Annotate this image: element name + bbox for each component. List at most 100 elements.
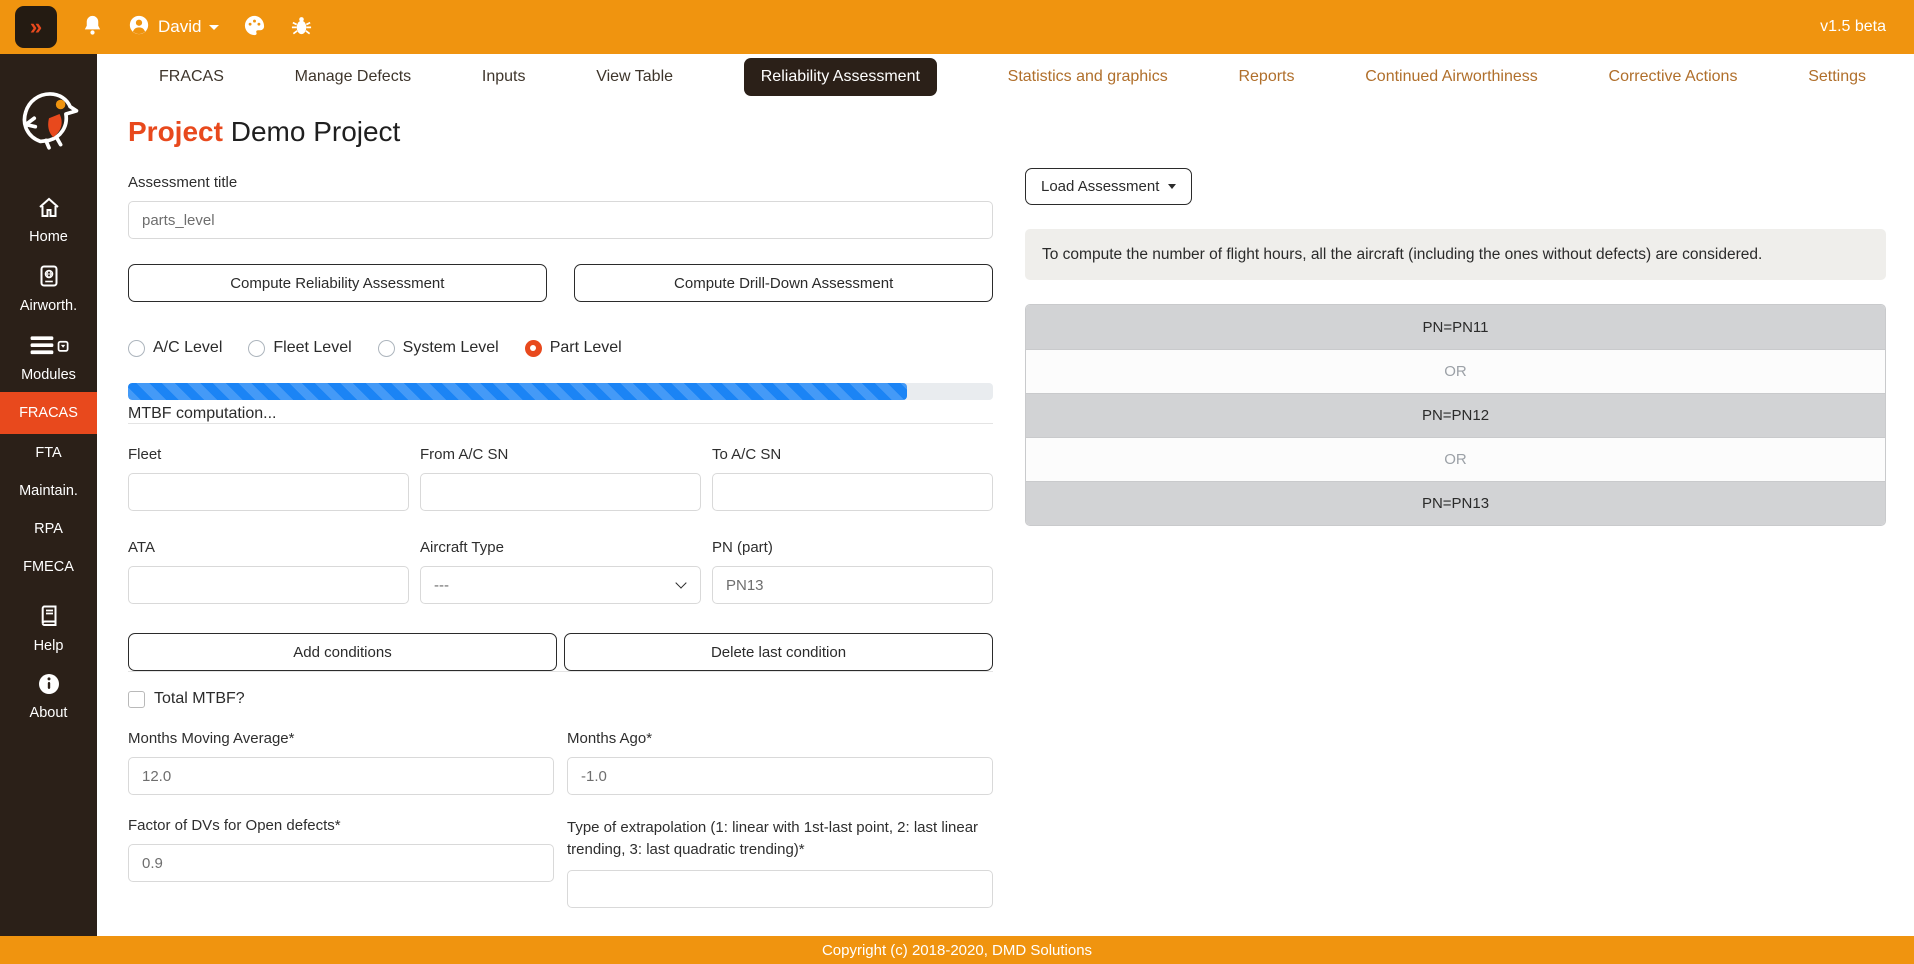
extrapolation-label: Type of extrapolation (1: linear with 1s… bbox=[567, 817, 993, 861]
sidebar-expand-button[interactable]: » bbox=[15, 6, 57, 48]
divider bbox=[128, 671, 993, 672]
user-name: David bbox=[158, 17, 201, 37]
sidebar-item-fta[interactable]: FTA bbox=[0, 434, 97, 472]
tab-reliability-assessment[interactable]: Reliability Assessment bbox=[744, 58, 937, 96]
progress-bar bbox=[128, 383, 993, 400]
notifications-button[interactable] bbox=[81, 14, 104, 40]
fleet-field: Fleet bbox=[128, 446, 409, 511]
tab-view-table[interactable]: View Table bbox=[596, 68, 673, 86]
tab-reports[interactable]: Reports bbox=[1238, 68, 1294, 86]
info-box: To compute the number of flight hours, a… bbox=[1025, 229, 1886, 280]
add-conditions-button[interactable]: Add conditions bbox=[128, 633, 557, 671]
compute-drilldown-button[interactable]: Compute Drill-Down Assessment bbox=[574, 264, 993, 302]
tab-fracas[interactable]: FRACAS bbox=[159, 68, 224, 86]
months-ago-input[interactable] bbox=[567, 757, 993, 795]
to-ac-sn-field: To A/C SN bbox=[712, 446, 993, 511]
radio-system-level[interactable]: System Level bbox=[378, 339, 499, 357]
sidebar-item-airworthiness[interactable]: Airworth. bbox=[0, 254, 97, 323]
radio-indicator bbox=[248, 340, 265, 357]
sidebar-item-fracas[interactable]: FRACAS bbox=[0, 392, 97, 434]
copyright-text: Copyright (c) 2018-2020, DMD Solutions bbox=[822, 942, 1092, 959]
sidebar-item-label: FMECA bbox=[23, 559, 74, 575]
load-assessment-label: Load Assessment bbox=[1041, 178, 1159, 195]
radio-indicator bbox=[525, 340, 542, 357]
assessment-title-input[interactable] bbox=[128, 201, 993, 239]
months-moving-average-field: Months Moving Average* bbox=[128, 730, 554, 795]
tab-manage-defects[interactable]: Manage Defects bbox=[295, 68, 412, 86]
radio-indicator bbox=[378, 340, 395, 357]
months-ago-label: Months Ago* bbox=[567, 730, 993, 748]
conditions-table: PN=PN11 OR PN=PN12 OR PN=PN13 bbox=[1025, 304, 1886, 526]
sidebar-item-label: Airworth. bbox=[20, 298, 77, 314]
checkbox-label: Total MTBF? bbox=[154, 690, 245, 708]
info-icon bbox=[37, 672, 61, 700]
from-ac-sn-label: From A/C SN bbox=[420, 446, 701, 464]
ata-field: ATA bbox=[128, 539, 409, 604]
radio-label: Part Level bbox=[550, 339, 622, 357]
extrapolation-input[interactable] bbox=[567, 870, 993, 908]
bug-report-button[interactable] bbox=[290, 14, 313, 40]
condition-row: PN=PN12 bbox=[1026, 393, 1885, 437]
condition-operator-row: OR bbox=[1026, 349, 1885, 393]
radio-fleet-level[interactable]: Fleet Level bbox=[248, 339, 351, 357]
tab-corrective-actions[interactable]: Corrective Actions bbox=[1609, 68, 1738, 86]
factor-dvs-input[interactable] bbox=[128, 844, 554, 882]
sidebar-item-label: FTA bbox=[35, 445, 61, 461]
pn-part-input[interactable] bbox=[712, 566, 993, 604]
pn-part-label: PN (part) bbox=[712, 539, 993, 557]
sidebar-item-home[interactable]: Home bbox=[0, 187, 97, 254]
tab-continued-airworthiness[interactable]: Continued Airworthiness bbox=[1365, 68, 1538, 86]
fleet-input[interactable] bbox=[128, 473, 409, 511]
radio-ac-level[interactable]: A/C Level bbox=[128, 339, 222, 357]
aircraft-type-label: Aircraft Type bbox=[420, 539, 701, 557]
to-ac-sn-label: To A/C SN bbox=[712, 446, 993, 464]
ata-input[interactable] bbox=[128, 566, 409, 604]
total-mtbf-checkbox[interactable]: Total MTBF? bbox=[128, 690, 993, 708]
caret-down-icon bbox=[1168, 184, 1176, 189]
palette-icon bbox=[243, 14, 266, 40]
radio-part-level[interactable]: Part Level bbox=[525, 339, 622, 357]
selected-option: --- bbox=[434, 577, 449, 594]
user-menu[interactable]: David bbox=[128, 14, 219, 41]
top-bar: » David v1.5 beta bbox=[0, 0, 1914, 54]
sidebar-item-help[interactable]: Help bbox=[0, 594, 97, 663]
pn-part-field: PN (part) bbox=[712, 539, 993, 604]
robin-logo bbox=[11, 76, 87, 157]
sidebar-item-modules[interactable]: Modules bbox=[0, 323, 97, 392]
from-ac-sn-input[interactable] bbox=[420, 473, 701, 511]
home-icon bbox=[36, 196, 62, 224]
compute-reliability-button[interactable]: Compute Reliability Assessment bbox=[128, 264, 547, 302]
sidebar-item-label: Maintain. bbox=[19, 483, 78, 499]
months-ago-field: Months Ago* bbox=[567, 730, 993, 795]
bell-icon bbox=[81, 14, 104, 40]
book-icon bbox=[37, 603, 61, 633]
months-moving-average-input[interactable] bbox=[128, 757, 554, 795]
page-title: Project Demo Project bbox=[128, 114, 993, 150]
person-circle-icon bbox=[128, 14, 150, 41]
level-radio-group: A/C Level Fleet Level System Level Part … bbox=[128, 339, 993, 357]
project-name: Demo Project bbox=[231, 116, 401, 147]
to-ac-sn-input[interactable] bbox=[712, 473, 993, 511]
sidebar-item-rpa[interactable]: RPA bbox=[0, 510, 97, 548]
progress-bar-fill bbox=[128, 383, 907, 400]
aircraft-type-select[interactable]: --- bbox=[420, 566, 701, 604]
sidebar-item-maintain[interactable]: Maintain. bbox=[0, 472, 97, 510]
project-label: Project bbox=[128, 116, 223, 147]
aircraft-type-field: Aircraft Type --- bbox=[420, 539, 701, 604]
tab-statistics-graphics[interactable]: Statistics and graphics bbox=[1008, 68, 1168, 86]
tab-settings[interactable]: Settings bbox=[1808, 68, 1866, 86]
ata-label: ATA bbox=[128, 539, 409, 557]
from-ac-sn-field: From A/C SN bbox=[420, 446, 701, 511]
radio-label: System Level bbox=[403, 339, 499, 357]
theme-button[interactable] bbox=[243, 14, 266, 40]
sidebar-item-about[interactable]: About bbox=[0, 663, 97, 730]
sidebar-item-fmeca[interactable]: FMECA bbox=[0, 548, 97, 586]
factor-dvs-field: Factor of DVs for Open defects* bbox=[128, 817, 554, 882]
delete-last-condition-button[interactable]: Delete last condition bbox=[564, 633, 993, 671]
assessment-side-panel: Load Assessment To compute the number of… bbox=[1025, 168, 1886, 526]
condition-row: PN=PN13 bbox=[1026, 481, 1885, 525]
tab-inputs[interactable]: Inputs bbox=[482, 68, 526, 86]
passport-icon bbox=[37, 263, 61, 293]
load-assessment-button[interactable]: Load Assessment bbox=[1025, 168, 1192, 205]
sidebar-item-label: Help bbox=[34, 638, 64, 654]
